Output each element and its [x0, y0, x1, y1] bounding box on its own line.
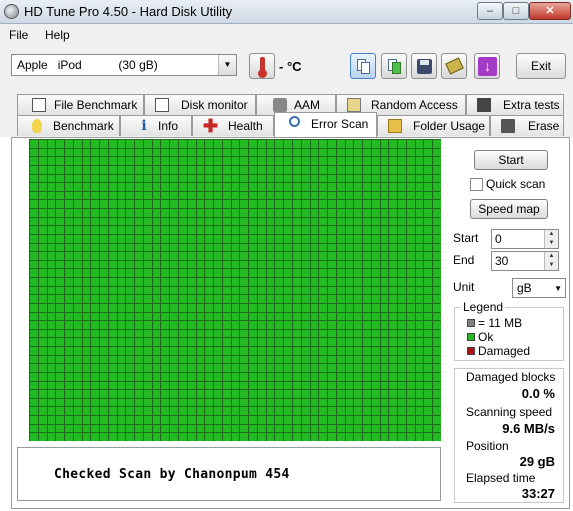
- temperature-readout: - °C: [279, 59, 302, 74]
- options-button[interactable]: [441, 53, 467, 79]
- maximize-button[interactable]: □: [503, 2, 529, 20]
- menu-file[interactable]: File: [9, 28, 28, 42]
- health-cross-icon: ✚: [203, 116, 219, 136]
- start-label: Start: [453, 231, 479, 245]
- legend-box: Legend = 11 MB Ok Damaged: [454, 300, 564, 361]
- legend-ok-swatch: [467, 333, 475, 341]
- tab-bar: File Benchmark Disk monitor AAM Random A…: [0, 92, 573, 137]
- minimize-button[interactable]: –: [477, 2, 503, 20]
- scan-block-map: [29, 139, 441, 441]
- folder-icon: [388, 119, 402, 133]
- scanning-speed-value: 9.6 MB/s: [502, 421, 555, 436]
- arrow-down-icon: ↓: [478, 57, 497, 76]
- tab-disk-monitor[interactable]: Disk monitor: [144, 94, 256, 115]
- extra-tests-icon: [477, 98, 491, 112]
- trash-icon: [501, 119, 515, 133]
- tab-benchmark[interactable]: Benchmark: [17, 115, 120, 136]
- info-icon: i: [141, 118, 147, 134]
- damaged-blocks-label: Damaged blocks: [466, 370, 556, 384]
- spin-up-icon[interactable]: ▲: [544, 252, 558, 261]
- scan-controls: Start Quick scan Speed map Start 0 ▲ ▼ E…: [449, 138, 569, 508]
- menu-help[interactable]: Help: [45, 28, 70, 42]
- spin-down-icon[interactable]: ▼: [544, 239, 558, 248]
- end-label: End: [453, 253, 475, 267]
- drive-icon: [445, 57, 464, 75]
- tab-extra-tests[interactable]: Extra tests: [466, 94, 564, 115]
- start-value: 0: [495, 232, 502, 246]
- notes-field[interactable]: Checked Scan by Chanonpum 454: [17, 447, 441, 501]
- chevron-down-icon: ▼: [554, 284, 562, 293]
- exit-button[interactable]: Exit: [516, 53, 566, 79]
- position-value: 29 gB: [519, 454, 555, 469]
- quick-scan-checkbox[interactable]: [470, 178, 483, 191]
- scan-grid: [29, 139, 441, 441]
- disk-monitor-icon: [155, 98, 169, 112]
- legend-damaged: Damaged: [467, 344, 530, 358]
- legend-ok: Ok: [467, 330, 493, 344]
- copy-screenshot-button[interactable]: [381, 53, 407, 79]
- tab-erase[interactable]: Erase: [490, 115, 564, 136]
- legend-block-size: = 11 MB: [467, 316, 522, 330]
- unit-label: Unit: [453, 280, 475, 294]
- close-button[interactable]: ✕: [529, 2, 571, 20]
- thermometer-icon: [249, 53, 275, 79]
- position-label: Position: [466, 439, 509, 453]
- file-benchmark-icon: [32, 98, 46, 112]
- window-title: HD Tune Pro 4.50 - Hard Disk Utility: [24, 4, 233, 19]
- tab-info[interactable]: i Info: [120, 115, 192, 136]
- chevron-down-icon: ▼: [218, 55, 236, 75]
- start-spinner[interactable]: 0 ▲ ▼: [491, 229, 559, 249]
- legend-title: Legend: [461, 300, 506, 314]
- tab-folder-usage[interactable]: Folder Usage: [377, 115, 490, 136]
- end-value: 30: [495, 254, 509, 268]
- spin-up-icon[interactable]: ▲: [544, 230, 558, 239]
- random-access-icon: [347, 98, 361, 112]
- damaged-blocks-value: 0.0 %: [521, 386, 555, 401]
- download-button[interactable]: ↓: [474, 53, 500, 79]
- tab-error-scan[interactable]: Error Scan: [274, 112, 377, 137]
- magnifier-icon: [289, 116, 300, 127]
- app-icon: [4, 4, 19, 19]
- floppy-icon: [417, 59, 432, 74]
- drive-select-value: Apple iPod (30 gB): [17, 58, 158, 72]
- drive-select[interactable]: Apple iPod (30 gB) ▼: [11, 54, 237, 76]
- legend-block-swatch: [467, 319, 475, 327]
- scan-stats-box: Damaged blocks 0.0 % Scanning speed 9.6 …: [454, 368, 564, 503]
- toolbar: Apple iPod (30 gB) ▼ - °C ↓ Exit: [0, 46, 573, 92]
- speed-map-button[interactable]: Speed map: [470, 199, 548, 219]
- tab-file-benchmark[interactable]: File Benchmark: [17, 94, 144, 115]
- menu-bar: File Help: [0, 24, 573, 46]
- unit-value: gB: [517, 281, 532, 295]
- end-spinner[interactable]: 30 ▲ ▼: [491, 251, 559, 271]
- title-bar: HD Tune Pro 4.50 - Hard Disk Utility – □…: [0, 0, 573, 24]
- unit-select[interactable]: gB ▼: [512, 278, 566, 298]
- elapsed-time-value: 33:27: [521, 486, 555, 501]
- notes-text: Checked Scan by Chanonpum 454: [54, 467, 290, 482]
- scanning-speed-label: Scanning speed: [466, 405, 553, 419]
- start-button[interactable]: Start: [474, 150, 548, 170]
- elapsed-time-label: Elapsed time: [466, 471, 536, 485]
- quick-scan-label: Quick scan: [486, 177, 546, 191]
- spin-down-icon[interactable]: ▼: [544, 261, 558, 270]
- lightbulb-icon: [32, 119, 42, 133]
- tab-health[interactable]: ✚ Health: [192, 115, 274, 136]
- copy-text-button[interactable]: [350, 53, 376, 79]
- speaker-icon: [273, 98, 287, 112]
- legend-damaged-swatch: [467, 347, 475, 355]
- error-scan-panel: Checked Scan by Chanonpum 454 Start Quic…: [11, 137, 570, 509]
- save-screenshot-button[interactable]: [411, 53, 437, 79]
